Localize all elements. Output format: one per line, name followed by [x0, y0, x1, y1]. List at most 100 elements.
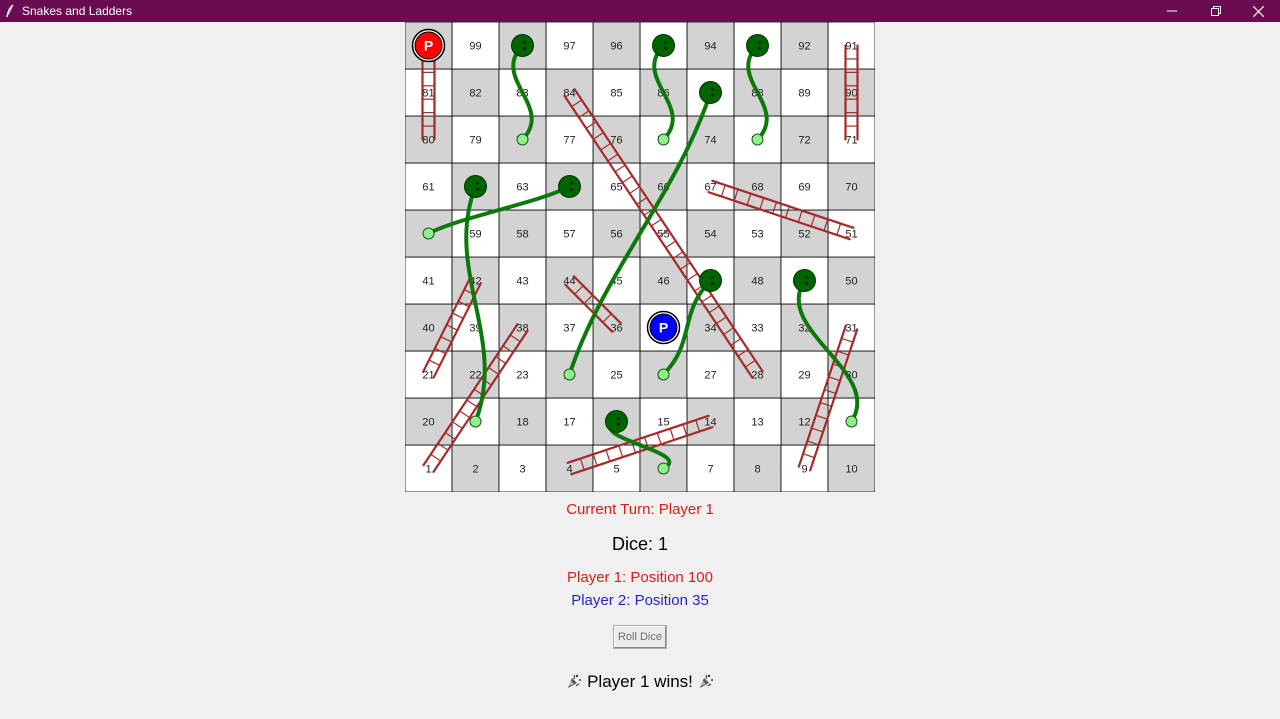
cell-number: 10	[845, 464, 857, 476]
snake-eye	[476, 188, 479, 191]
snake-head	[511, 34, 534, 57]
snake-tail	[563, 368, 576, 381]
cell-number: 53	[751, 229, 763, 241]
cell-number: 2	[472, 464, 478, 476]
snake-tail	[845, 415, 858, 428]
snake-eye	[664, 41, 667, 44]
cell-number: 48	[751, 276, 763, 288]
cell-number: 77	[563, 135, 575, 147]
cell-number: 82	[469, 88, 481, 100]
snake-eye	[805, 276, 808, 279]
cell-number: 50	[845, 276, 857, 288]
current-turn-label: Current Turn: Player 1	[566, 501, 714, 518]
player-token-1: P	[411, 28, 446, 63]
cell-number: 7	[707, 464, 713, 476]
cell-number: 46	[657, 276, 669, 288]
snake-head	[464, 175, 487, 198]
feather-icon	[6, 4, 14, 18]
snake-head	[793, 269, 816, 292]
cell-number: 57	[563, 229, 575, 241]
window-title: Snakes and Ladders	[22, 4, 133, 18]
title-bar: Snakes and Ladders	[0, 0, 1280, 22]
cell-number: 15	[657, 417, 669, 429]
cell-number: 58	[516, 229, 528, 241]
snake-tail	[657, 368, 670, 381]
player-token-label: P	[659, 320, 668, 336]
cell-number: 80	[422, 135, 434, 147]
cell-number: 1	[425, 464, 431, 476]
cell-number: 23	[516, 370, 528, 382]
snake-eye	[758, 47, 761, 50]
cell-number: 33	[751, 323, 763, 335]
snake-head	[558, 175, 581, 198]
cell-number: 94	[704, 41, 716, 53]
snake-eye	[664, 47, 667, 50]
snake-eye	[711, 276, 714, 279]
snake-eye	[570, 188, 573, 191]
game-board: 1234567891011121314151617181920212223242…	[405, 22, 875, 492]
player-token-label: P	[424, 38, 433, 54]
dice-label: Dice: 1	[611, 534, 669, 554]
cell-number: 18	[516, 417, 528, 429]
snake-tail	[469, 415, 482, 428]
cell-number: 96	[610, 41, 622, 53]
minimize-button[interactable]	[1150, 0, 1194, 22]
cell-number: 85	[610, 88, 622, 100]
cell-number: 20	[422, 417, 434, 429]
cell-number: 61	[422, 182, 434, 194]
close-icon	[1252, 5, 1264, 17]
snake-eye	[711, 282, 714, 285]
player1-position-label: Player 1: Position 100	[567, 569, 713, 586]
restore-icon	[1211, 6, 1221, 16]
snake-eye	[758, 41, 761, 44]
cell-number: 37	[563, 323, 575, 335]
cell-number: 92	[798, 41, 810, 53]
cell-number: 13	[751, 417, 763, 429]
cell-number: 9	[801, 464, 807, 476]
snake-eye	[711, 88, 714, 91]
snake-tail	[751, 133, 764, 146]
cell-number: 71	[845, 135, 857, 147]
snake-head	[746, 34, 769, 57]
minimize-icon	[1167, 10, 1177, 12]
cell-number: 17	[563, 417, 575, 429]
cell-number: 29	[798, 370, 810, 382]
snake-eye	[711, 94, 714, 97]
cell-number: 69	[798, 182, 810, 194]
cell-number: 99	[469, 41, 481, 53]
cell-number: 52	[798, 229, 810, 241]
player-token-2: P	[646, 310, 681, 345]
snake-tail	[422, 227, 435, 240]
snake-tail	[516, 133, 529, 146]
player2-position-label: Player 2: Position 35	[571, 592, 709, 609]
win-banner: Player 1 wins!	[0, 672, 1280, 692]
cell-number: 59	[469, 229, 481, 241]
cell-number: 97	[563, 41, 575, 53]
snake-tail	[657, 133, 670, 146]
snake-head	[652, 34, 675, 57]
maximize-button[interactable]	[1194, 0, 1238, 22]
cell-number: 56	[610, 229, 622, 241]
cell-number: 72	[798, 135, 810, 147]
cell-number: 25	[610, 370, 622, 382]
snake-eye	[617, 423, 620, 426]
cell-number: 5	[613, 464, 619, 476]
cell-number: 63	[516, 182, 528, 194]
cell-number: 79	[469, 135, 481, 147]
cell-number: 89	[798, 88, 810, 100]
snake-eye	[476, 182, 479, 185]
snake-eye	[570, 182, 573, 185]
cell-number: 74	[704, 135, 716, 147]
cell-number: 12	[798, 417, 810, 429]
close-button[interactable]	[1236, 0, 1280, 22]
cell-number: 81	[422, 88, 434, 100]
roll-dice-button[interactable]: Roll Dice	[613, 625, 667, 649]
cell-number: 34	[704, 323, 716, 335]
win-message: Player 1 wins!	[587, 672, 693, 691]
cell-number: 65	[610, 182, 622, 194]
cell-number: 68	[751, 182, 763, 194]
snake-eye	[805, 282, 808, 285]
snake-head	[605, 410, 628, 433]
party-popper-icon	[699, 674, 713, 688]
cell-number: 3	[519, 464, 525, 476]
